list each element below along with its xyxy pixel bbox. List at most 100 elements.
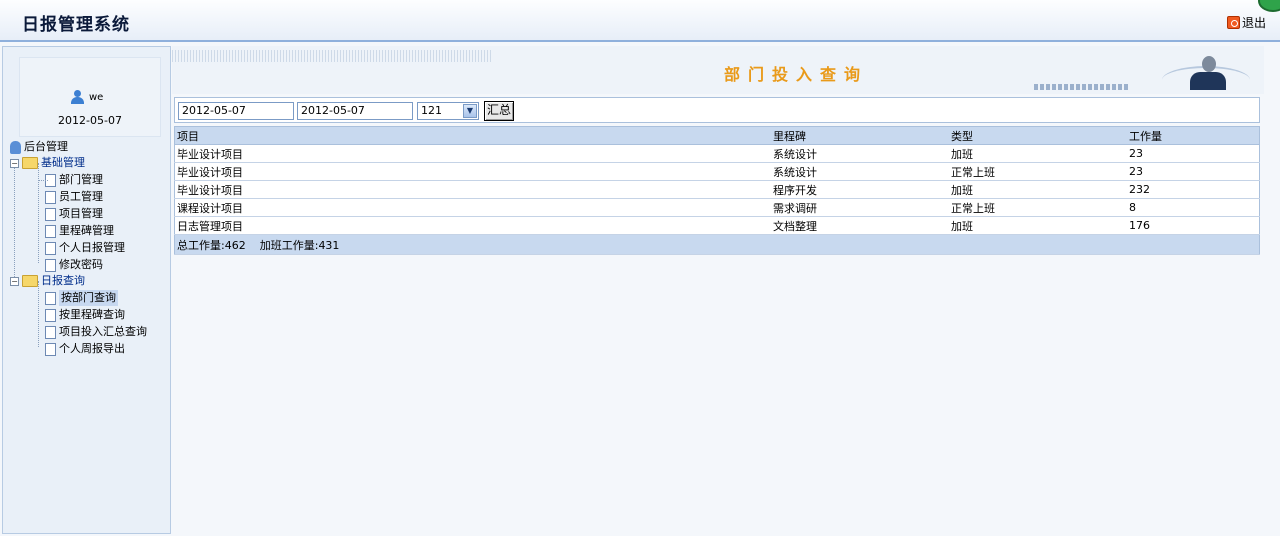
filter-bar: 2012-05-07 2012-05-07 121 ▼ 汇总 [174,97,1260,123]
table-cell: 课程设计项目 [174,198,771,217]
document-icon [45,241,56,255]
chevron-down-icon[interactable]: ▼ [463,104,477,118]
table-header-row: 项目 里程碑 类型 工作量 [174,126,1260,145]
sidebar-item-label: 项目管理 [59,207,103,220]
table-cell: 文档整理 [771,216,949,235]
column-header: 里程碑 [771,126,949,145]
table-cell: 毕业设计项目 [174,144,771,163]
end-date-input[interactable]: 2012-05-07 [297,102,413,120]
table-cell: 程序开发 [771,180,949,199]
department-select[interactable]: 121 ▼ [417,102,479,120]
table-total-row: 总工作量:462 加班工作量:431 [174,234,1260,255]
user-date: 2012-05-07 [58,114,122,127]
decorative-dashes [1034,84,1129,90]
sidebar-item-label: 修改密码 [59,258,103,271]
power-icon [1226,16,1240,29]
collapse-icon[interactable]: − [10,158,19,168]
sidebar-item-project-summary[interactable]: 项目投入汇总查询 [32,324,147,340]
user-name: we [89,91,104,103]
sidebar-item-label: 按里程碑查询 [59,308,125,321]
document-icon [45,342,56,356]
sidebar-item-password[interactable]: 修改密码 [32,257,103,273]
table-cell: 需求调研 [771,198,949,217]
table-cell: 232 [1127,180,1260,199]
nav-group-label: 基础管理 [41,156,85,169]
person-illustration-icon [1162,52,1250,92]
sidebar-item-label: 员工管理 [59,190,103,203]
document-icon [45,207,56,221]
table-cell: 8 [1127,198,1260,217]
sidebar-item-employee[interactable]: 员工管理 [32,189,103,205]
sidebar-item-label: 按部门查询 [59,290,118,306]
document-icon [45,291,56,305]
table-cell: 毕业设计项目 [174,180,771,199]
table-cell: 正常上班 [949,198,1127,217]
admin-icon [10,140,21,154]
collapse-icon[interactable]: − [10,276,19,286]
decorative-dots [172,50,492,62]
table-row: 毕业设计项目 系统设计 正常上班 23 [174,162,1260,181]
document-icon [45,224,56,238]
user-info: we [70,90,103,104]
sidebar-item-daily-report[interactable]: 个人日报管理 [32,240,125,256]
logout-button[interactable]: 退出 [1226,14,1266,31]
user-card: we 2012-05-07 [19,57,161,137]
table-cell: 176 [1127,216,1260,235]
sidebar-item-label: 里程碑管理 [59,224,114,237]
document-icon [45,325,56,339]
column-header: 类型 [949,126,1127,145]
folder-icon [22,157,38,169]
nav-root-label: 后台管理 [24,140,68,153]
table-row: 课程设计项目 需求调研 正常上班 8 [174,198,1260,217]
user-icon [70,90,84,104]
sidebar-item-department[interactable]: 部门管理 [32,172,103,188]
overtime-value: 431 [318,238,340,252]
sidebar-item-label: 部门管理 [59,173,103,186]
table-row: 毕业设计项目 系统设计 加班 23 [174,144,1260,163]
logout-label: 退出 [1241,16,1266,30]
table-cell: 系统设计 [771,162,949,181]
table-cell: 加班 [949,180,1127,199]
start-date-input[interactable]: 2012-05-07 [178,102,294,120]
corner-badge-icon [1258,0,1280,12]
sidebar-item-milestone[interactable]: 里程碑管理 [32,223,114,239]
page-title: 部门投入查询 [724,65,869,84]
sidebar-item-weekly-export[interactable]: 个人周报导出 [32,341,125,357]
result-table: 项目 里程碑 类型 工作量 毕业设计项目 系统设计 加班 23 毕业设计项目 系… [174,126,1260,255]
table-row: 日志管理项目 文档整理 加班 176 [174,216,1260,235]
table-cell: 23 [1127,162,1260,181]
folder-icon [22,275,38,287]
document-icon [45,190,56,204]
table-cell: 加班 [949,144,1127,163]
department-select-value: 121 [421,104,442,117]
table-cell: 日志管理项目 [174,216,771,235]
table-row: 毕业设计项目 程序开发 加班 232 [174,180,1260,199]
overtime-label: 加班工作量 [259,238,315,252]
nav-group-label: 日报查询 [41,274,85,287]
column-header: 工作量 [1127,126,1260,145]
document-icon [45,308,56,322]
table-cell: 系统设计 [771,144,949,163]
nav-group-basic[interactable]: − 基础管理 [10,155,85,171]
sidebar-item-label: 个人周报导出 [59,342,125,355]
column-header: 项目 [174,126,771,145]
nav-group-query[interactable]: − 日报查询 [10,273,85,289]
table-cell: 毕业设计项目 [174,162,771,181]
table-cell: 正常上班 [949,162,1127,181]
sum-button[interactable]: 汇总 [484,101,514,121]
total-summary: 总工作量:462 加班工作量:431 [174,234,1260,255]
table-cell: 加班 [949,216,1127,235]
sidebar-item-project[interactable]: 项目管理 [32,206,103,222]
nav-root-admin[interactable]: 后台管理 [10,139,68,155]
document-icon [45,258,56,272]
sidebar-item-label: 个人日报管理 [59,241,125,254]
sidebar-item-by-milestone[interactable]: 按里程碑查询 [32,307,125,323]
title-band: 部门投入查询 [172,46,1264,94]
table-cell: 23 [1127,144,1260,163]
sidebar-item-by-department[interactable]: 按部门查询 [32,290,118,306]
sidebar-item-label: 项目投入汇总查询 [59,325,147,338]
app-header: 日报管理系统 退出 [0,0,1280,42]
app-title: 日报管理系统 [22,15,130,35]
main-content: 部门投入查询 2012-05-07 2012-05-07 121 ▼ 汇总 项目… [172,46,1276,534]
total-label: 总工作量 [177,238,221,252]
